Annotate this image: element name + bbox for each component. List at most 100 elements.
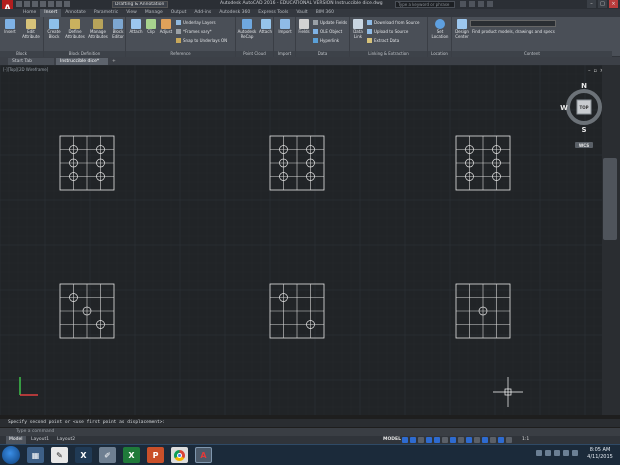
ribbon-tab-autodesk-360[interactable]: Autodesk 360 — [215, 9, 254, 17]
undo-icon[interactable] — [56, 1, 62, 7]
transparency-toggle-icon[interactable] — [458, 437, 464, 443]
exchange-icon[interactable] — [478, 1, 484, 7]
volume-icon[interactable] — [554, 450, 560, 456]
chrome-icon[interactable] — [171, 447, 188, 463]
drawing-restore-button[interactable]: ▫ — [594, 68, 597, 74]
grid-toggle-icon[interactable] — [402, 437, 408, 443]
layout-tab-model[interactable]: Model — [6, 436, 26, 444]
ribbon-tab-output[interactable]: Output — [167, 9, 191, 17]
set-location-button[interactable]: Set Location — [430, 19, 450, 39]
ribbon-tab-add-ins[interactable]: Add-ins — [190, 9, 215, 17]
drawing-canvas[interactable]: NSEWTOPWCS [-][Top][2D Wireframe] — [0, 65, 602, 415]
flag-icon[interactable] — [563, 450, 569, 456]
workspace-dropdown[interactable]: Drafting & Annotation — [112, 1, 168, 8]
ribbon-tab-parametric[interactable]: Parametric — [90, 9, 122, 17]
osnap-toggle-icon[interactable] — [434, 437, 440, 443]
compass-north[interactable]: N — [581, 82, 587, 90]
system-clock[interactable]: 8:05 AM 4/11/2015 — [582, 447, 618, 461]
adjust-button[interactable]: Adjust — [158, 19, 174, 35]
notepad-icon[interactable]: ✎ — [51, 447, 68, 463]
viewport-controls[interactable]: [-][Top][2D Wireframe] — [3, 67, 48, 72]
wcs-label[interactable]: WCS — [579, 143, 589, 148]
doc-tab-start[interactable]: Start Tab — [8, 58, 54, 65]
frames-dropdown[interactable]: *Frames vary* — [176, 29, 212, 34]
annotation-visibility-icon[interactable] — [482, 437, 488, 443]
new-icon[interactable] — [16, 1, 22, 7]
ribbon-tab-annotate[interactable]: Annotate — [61, 9, 90, 17]
open-icon[interactable] — [24, 1, 30, 7]
point-cloud-attach-button[interactable]: Attach — [258, 19, 273, 35]
hyperlink-button[interactable]: Hyperlink — [313, 38, 339, 43]
underlay-layers-button[interactable]: Underlay Layers — [176, 20, 216, 25]
workspace-switch-icon[interactable] — [498, 437, 504, 443]
excel-icon[interactable]: X — [123, 447, 140, 463]
selection-cycling-icon[interactable] — [466, 437, 472, 443]
ribbon-tab-insert[interactable]: Insert — [40, 9, 62, 17]
viewcube-top-label[interactable]: TOP — [579, 105, 588, 110]
define-attributes-button[interactable]: Define Attributes — [65, 19, 85, 39]
search-icon[interactable] — [460, 1, 466, 7]
search-input[interactable]: Type a keyword or phrase — [395, 1, 455, 8]
manage-attributes-button[interactable]: Manage Attributes — [88, 19, 108, 39]
ribbon-tab-vault[interactable]: Vault — [292, 9, 311, 17]
otrack-toggle-icon[interactable] — [442, 437, 448, 443]
design-center-button[interactable]: Design Center — [453, 19, 471, 39]
start-button[interactable] — [2, 446, 20, 464]
3d-osnap-icon[interactable] — [474, 437, 480, 443]
annotation-scale[interactable]: 1:1 — [522, 437, 529, 442]
lineweight-toggle-icon[interactable] — [450, 437, 456, 443]
explorer-icon[interactable]: ▦ — [27, 447, 44, 463]
compass-west[interactable]: W — [560, 104, 568, 112]
maximize-button[interactable]: □ — [598, 0, 607, 8]
data-link-button[interactable]: Data Link — [351, 19, 365, 39]
import-button[interactable]: Import — [277, 19, 293, 35]
powerpoint-icon[interactable]: P — [147, 447, 164, 463]
compass-south[interactable]: S — [581, 126, 586, 134]
save-icon[interactable] — [32, 1, 38, 7]
command-input[interactable]: Type a command — [0, 428, 620, 436]
upload-to-source-button[interactable]: Upload to Source — [367, 29, 408, 34]
print-icon[interactable] — [48, 1, 54, 7]
edit-attribute-button[interactable]: Edit Attribute — [20, 19, 42, 39]
layout-tab-layout2[interactable]: Layout2 — [54, 436, 78, 444]
model-space-button[interactable]: MODEL — [383, 437, 401, 442]
content-search-input[interactable] — [470, 20, 556, 27]
navigation-bar-thumb[interactable] — [603, 158, 617, 240]
block-editor-button[interactable]: Block Editor — [110, 19, 126, 39]
ribbon-tab-view[interactable]: View — [122, 9, 141, 17]
find-products-link[interactable]: Find product models, drawings and specs — [472, 29, 555, 34]
power-icon[interactable] — [572, 450, 578, 456]
minimize-button[interactable]: – — [587, 0, 596, 8]
attach-button[interactable]: Attach — [128, 19, 144, 35]
autoscale-icon[interactable] — [490, 437, 496, 443]
autocad-taskbar-icon[interactable]: A — [195, 447, 212, 463]
create-block-button[interactable]: Create Block — [46, 19, 62, 39]
fields-button[interactable]: Fields — [297, 19, 311, 35]
polar-toggle-icon[interactable] — [426, 437, 432, 443]
new-tab-button[interactable]: + — [112, 58, 120, 65]
tray-chevron-icon[interactable] — [536, 450, 542, 456]
help-icon[interactable] — [487, 1, 493, 7]
snap-toggle-icon[interactable] — [410, 437, 416, 443]
clip-button[interactable]: Clip — [145, 19, 157, 35]
download-from-source-button[interactable]: Download from Source — [367, 20, 419, 25]
extract-data-button[interactable]: Extract Data — [367, 38, 399, 43]
doc-tab-drawing[interactable]: Instruccible dice* — [56, 58, 108, 65]
sign-in-icon[interactable] — [469, 1, 475, 7]
save-as-icon[interactable] — [40, 1, 46, 7]
autodesk-recap-button[interactable]: Autodesk ReCap — [237, 19, 257, 39]
isolate-objects-icon[interactable] — [506, 437, 512, 443]
snap-underlays-dropdown[interactable]: Snap to Underlays ON — [176, 38, 227, 43]
ribbon-tab-bim-360[interactable]: BIM 360 — [312, 9, 338, 17]
ribbon-tab-express-tools[interactable]: Express Tools — [254, 9, 292, 17]
ole-object-button[interactable]: OLE Object — [313, 29, 342, 34]
insert-button[interactable]: Insert — [2, 19, 18, 35]
network-icon[interactable] — [545, 450, 551, 456]
ribbon-tab-home[interactable]: Home — [19, 9, 40, 17]
redo-icon[interactable] — [64, 1, 70, 7]
close-button[interactable]: × — [609, 0, 618, 8]
drawing-area[interactable]: NSEWTOPWCS — [0, 65, 602, 415]
update-fields-button[interactable]: Update Fields — [313, 20, 347, 25]
ortho-toggle-icon[interactable] — [418, 437, 424, 443]
x-app-icon[interactable]: X — [75, 447, 92, 463]
